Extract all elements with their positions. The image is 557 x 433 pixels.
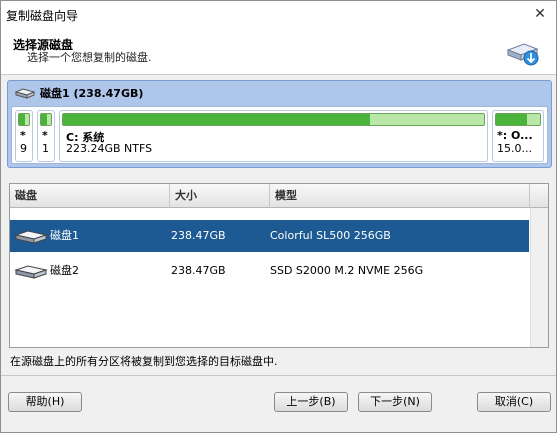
partition-label: * (42, 129, 48, 142)
partition-usage-bar (18, 113, 30, 126)
title-bar: 复制磁盘向导 ✕ (1, 1, 556, 28)
partition-label: * (20, 129, 26, 142)
disk-list[interactable]: 磁盘 大小 模型 磁盘1 238.47GB Colorful SL500 256… (9, 183, 549, 348)
window-title: 复制磁盘向导 (6, 9, 79, 23)
close-icon[interactable]: ✕ (530, 5, 550, 23)
partition-2[interactable]: * 1 (37, 110, 55, 162)
back-button[interactable]: 上一步(B) (274, 392, 348, 412)
table-row-disk2[interactable]: 磁盘2 238.47GB SSD S2000 M.2 NVME 256G (10, 255, 529, 287)
partition-label: *: O... (497, 129, 533, 142)
list-scrollbar[interactable] (530, 208, 548, 347)
disk-name: 磁盘2 (50, 264, 79, 277)
partition-info: 9 (20, 142, 27, 155)
table-row-disk1[interactable]: 磁盘1 238.47GB Colorful SL500 256GB (10, 220, 529, 252)
copy-disk-wizard-window: 复制磁盘向导 ✕ 选择源磁盘 选择一个您想复制的磁盘. 磁盘1 (238.47G… (0, 0, 557, 433)
partition-info: 223.24GB NTFS (66, 142, 153, 155)
next-button[interactable]: 下一步(N) (358, 392, 432, 412)
hard-disk-icon (14, 265, 48, 279)
disk-copy-icon (506, 43, 539, 66)
partition-usage-bar (40, 113, 52, 126)
hard-disk-icon (14, 230, 48, 244)
partition-c-system[interactable]: C: 系统 223.24GB NTFS (59, 110, 488, 162)
disk-size: 238.47GB (171, 264, 226, 277)
disk-list-header: 磁盘 大小 模型 (10, 184, 548, 208)
divider (1, 375, 556, 376)
column-disk[interactable]: 磁盘 (10, 184, 170, 208)
disk-map[interactable]: 磁盘1 (238.47GB) * 9 * 1 C: 系统 223.24GB NT… (7, 80, 552, 168)
disk-model: Colorful SL500 256GB (270, 229, 391, 242)
disk-size: 238.47GB (171, 229, 226, 242)
disk-map-header: 磁盘1 (238.47GB) (14, 85, 143, 101)
page-subtitle: 选择一个您想复制的磁盘. (27, 51, 152, 64)
disk-model: SSD S2000 M.2 NVME 256G (270, 264, 424, 277)
partition-usage-bar (62, 113, 485, 126)
column-size[interactable]: 大小 (170, 184, 270, 208)
status-text: 在源磁盘上的所有分区将被复制到您选择的目标磁盘中. (10, 355, 278, 368)
hard-disk-icon (14, 88, 36, 99)
help-button[interactable]: 帮助(H) (8, 392, 82, 412)
partition-strip: * 9 * 1 C: 系统 223.24GB NTFS *: O... 15.0… (11, 106, 548, 164)
column-model[interactable]: 模型 (270, 184, 530, 208)
partition-info: 1 (42, 142, 49, 155)
partition-1[interactable]: * 9 (15, 110, 33, 162)
partition-info: 15.0... (497, 142, 532, 155)
partition-usage-bar (495, 113, 541, 126)
partition-4[interactable]: *: O... 15.0... (492, 110, 544, 162)
wizard-header: 选择源磁盘 选择一个您想复制的磁盘. (1, 28, 556, 75)
cancel-button[interactable]: 取消(C) (477, 392, 551, 412)
disk-map-label: 磁盘1 (238.47GB) (40, 87, 144, 100)
disk-name: 磁盘1 (50, 229, 79, 242)
